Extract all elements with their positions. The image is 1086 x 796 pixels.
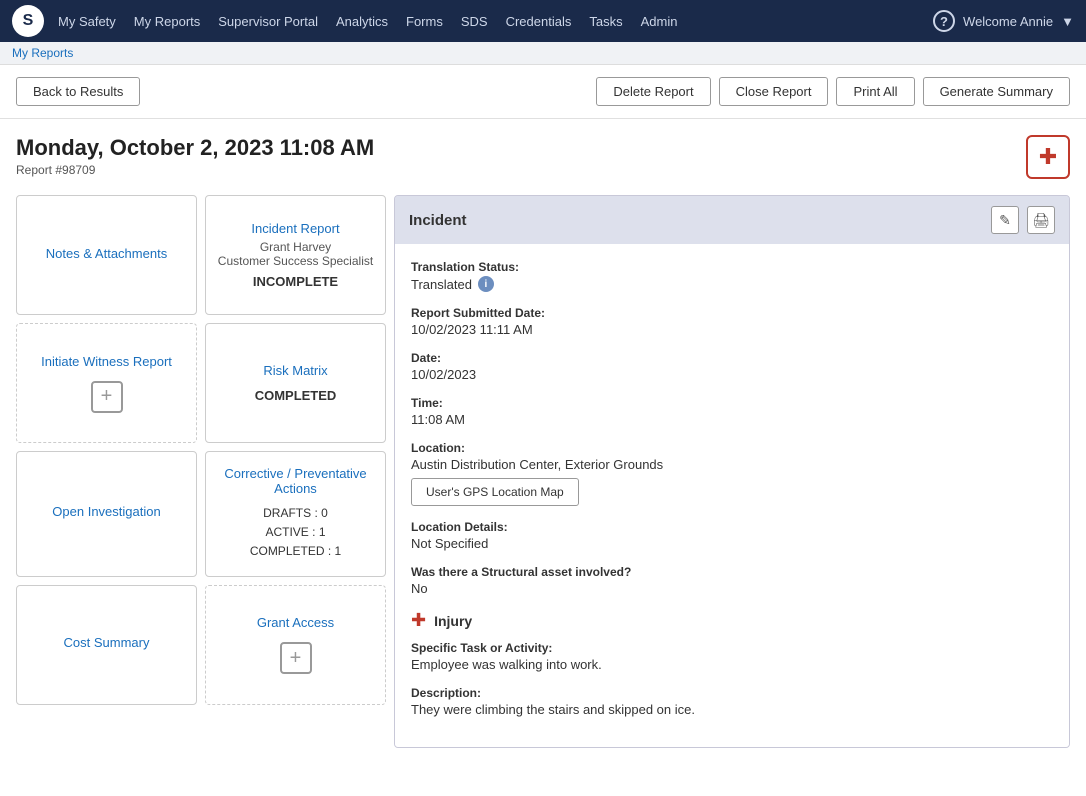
nav-supervisor-portal[interactable]: Supervisor Portal <box>218 14 318 29</box>
generate-summary-button[interactable]: Generate Summary <box>923 77 1070 106</box>
open-investigation-title: Open Investigation <box>52 504 160 519</box>
delete-report-button[interactable]: Delete Report <box>596 77 710 106</box>
nav-links: My Safety My Reports Supervisor Portal A… <box>58 14 933 29</box>
help-icon[interactable]: ? <box>933 10 955 32</box>
grant-access-card[interactable]: Grant Access + <box>205 585 386 705</box>
print-all-button[interactable]: Print All <box>836 77 914 106</box>
panel-action-icons: ✎ 🖨 <box>991 206 1055 234</box>
translation-status-value-row: Translated i <box>411 276 1053 292</box>
structural-group: Was there a Structural asset involved? N… <box>411 565 1053 596</box>
nav-my-reports[interactable]: My Reports <box>134 14 200 29</box>
structural-label: Was there a Structural asset involved? <box>411 565 1053 579</box>
witness-report-card[interactable]: Initiate Witness Report + <box>16 323 197 443</box>
incident-panel: Incident ✎ 🖨 Translation Status: Transla… <box>394 195 1070 748</box>
incident-panel-header: Incident ✎ 🖨 <box>395 196 1069 244</box>
risk-matrix-card[interactable]: Risk Matrix COMPLETED <box>205 323 386 443</box>
toolbar-left: Back to Results <box>16 77 588 106</box>
injury-section-label: Injury <box>434 613 472 629</box>
top-navigation: S My Safety My Reports Supervisor Portal… <box>0 0 1086 42</box>
nav-analytics[interactable]: Analytics <box>336 14 388 29</box>
translation-status-value: Translated <box>411 277 472 292</box>
nav-forms[interactable]: Forms <box>406 14 443 29</box>
structural-value: No <box>411 581 1053 596</box>
report-number: Report #98709 <box>16 163 374 177</box>
cost-summary-card[interactable]: Cost Summary <box>16 585 197 705</box>
location-group: Location: Austin Distribution Center, Ex… <box>411 441 1053 506</box>
incident-report-card[interactable]: Incident Report Grant Harvey Customer Su… <box>205 195 386 315</box>
dropdown-icon[interactable]: ▼ <box>1061 14 1074 29</box>
report-header: Monday, October 2, 2023 11:08 AM Report … <box>0 119 1086 187</box>
print-icon[interactable]: 🖨 <box>1027 206 1055 234</box>
nav-sds[interactable]: SDS <box>461 14 488 29</box>
incident-panel-title: Incident <box>409 212 467 229</box>
nav-tasks[interactable]: Tasks <box>589 14 622 29</box>
first-aid-icon[interactable]: ✚ <box>1026 135 1070 179</box>
nav-admin[interactable]: Admin <box>641 14 678 29</box>
location-details-value: Not Specified <box>411 536 1053 551</box>
report-submitted-label: Report Submitted Date: <box>411 306 1053 320</box>
breadcrumb-my-reports[interactable]: My Reports <box>12 46 73 60</box>
report-date: Monday, October 2, 2023 11:08 AM <box>16 135 374 161</box>
report-date-section: Monday, October 2, 2023 11:08 AM Report … <box>16 135 374 177</box>
nav-credentials[interactable]: Credentials <box>506 14 572 29</box>
specific-task-value: Employee was walking into work. <box>411 657 1053 672</box>
witness-add-icon[interactable]: + <box>91 381 123 413</box>
incident-report-role: Customer Success Specialist <box>218 254 373 268</box>
time-group: Time: 11:08 AM <box>411 396 1053 427</box>
corrective-drafts: DRAFTS : 0 ACTIVE : 1 COMPLETED : 1 <box>250 504 341 562</box>
incident-report-status: INCOMPLETE <box>253 274 338 289</box>
date-label: Date: <box>411 351 1053 365</box>
location-value: Austin Distribution Center, Exterior Gro… <box>411 457 1053 472</box>
toolbar: Back to Results Delete Report Close Repo… <box>0 65 1086 119</box>
app-logo[interactable]: S <box>12 5 44 37</box>
location-label: Location: <box>411 441 1053 455</box>
grant-access-title: Grant Access <box>257 615 334 630</box>
incident-report-person: Grant Harvey <box>260 240 331 254</box>
specific-task-label: Specific Task or Activity: <box>411 641 1053 655</box>
left-panel: Notes & Attachments Incident Report Gran… <box>16 195 386 748</box>
corrective-actions-card[interactable]: Corrective / Preventative Actions DRAFTS… <box>205 451 386 577</box>
report-submitted-value: 10/02/2023 11:11 AM <box>411 322 1053 337</box>
injury-section-divider: ✚ Injury <box>411 610 1053 631</box>
specific-task-group: Specific Task or Activity: Employee was … <box>411 641 1053 672</box>
description-value: They were climbing the stairs and skippe… <box>411 702 1053 717</box>
nav-my-safety[interactable]: My Safety <box>58 14 116 29</box>
translation-info-icon[interactable]: i <box>478 276 494 292</box>
incident-report-title: Incident Report <box>251 221 339 236</box>
close-report-button[interactable]: Close Report <box>719 77 829 106</box>
welcome-text: Welcome Annie <box>963 14 1053 29</box>
risk-matrix-title: Risk Matrix <box>263 363 327 378</box>
grant-access-add-icon[interactable]: + <box>280 642 312 674</box>
translation-status-label: Translation Status: <box>411 260 1053 274</box>
date-group: Date: 10/02/2023 <box>411 351 1053 382</box>
breadcrumb: My Reports <box>0 42 1086 65</box>
main-content: Notes & Attachments Incident Report Gran… <box>0 187 1086 764</box>
open-investigation-card[interactable]: Open Investigation <box>16 451 197 577</box>
corrective-actions-title: Corrective / Preventative Actions <box>216 466 375 496</box>
report-submitted-group: Report Submitted Date: 10/02/2023 11:11 … <box>411 306 1053 337</box>
notes-attachments-title: Notes & Attachments <box>46 246 167 261</box>
nav-right: ? Welcome Annie ▼ <box>933 10 1074 32</box>
description-label: Description: <box>411 686 1053 700</box>
location-details-label: Location Details: <box>411 520 1053 534</box>
back-to-results-button[interactable]: Back to Results <box>16 77 140 106</box>
notes-attachments-card[interactable]: Notes & Attachments <box>16 195 197 315</box>
translation-status-group: Translation Status: Translated i <box>411 260 1053 292</box>
location-details-group: Location Details: Not Specified <box>411 520 1053 551</box>
description-group: Description: They were climbing the stai… <box>411 686 1053 717</box>
gps-location-button[interactable]: User's GPS Location Map <box>411 478 579 506</box>
witness-report-title: Initiate Witness Report <box>41 354 172 369</box>
time-label: Time: <box>411 396 1053 410</box>
date-value: 10/02/2023 <box>411 367 1053 382</box>
incident-panel-body: Translation Status: Translated i Report … <box>395 244 1069 747</box>
injury-first-aid-icon: ✚ <box>411 610 426 631</box>
time-value: 11:08 AM <box>411 412 1053 427</box>
risk-matrix-status: COMPLETED <box>255 388 337 403</box>
edit-icon[interactable]: ✎ <box>991 206 1019 234</box>
cost-summary-title: Cost Summary <box>64 635 150 650</box>
